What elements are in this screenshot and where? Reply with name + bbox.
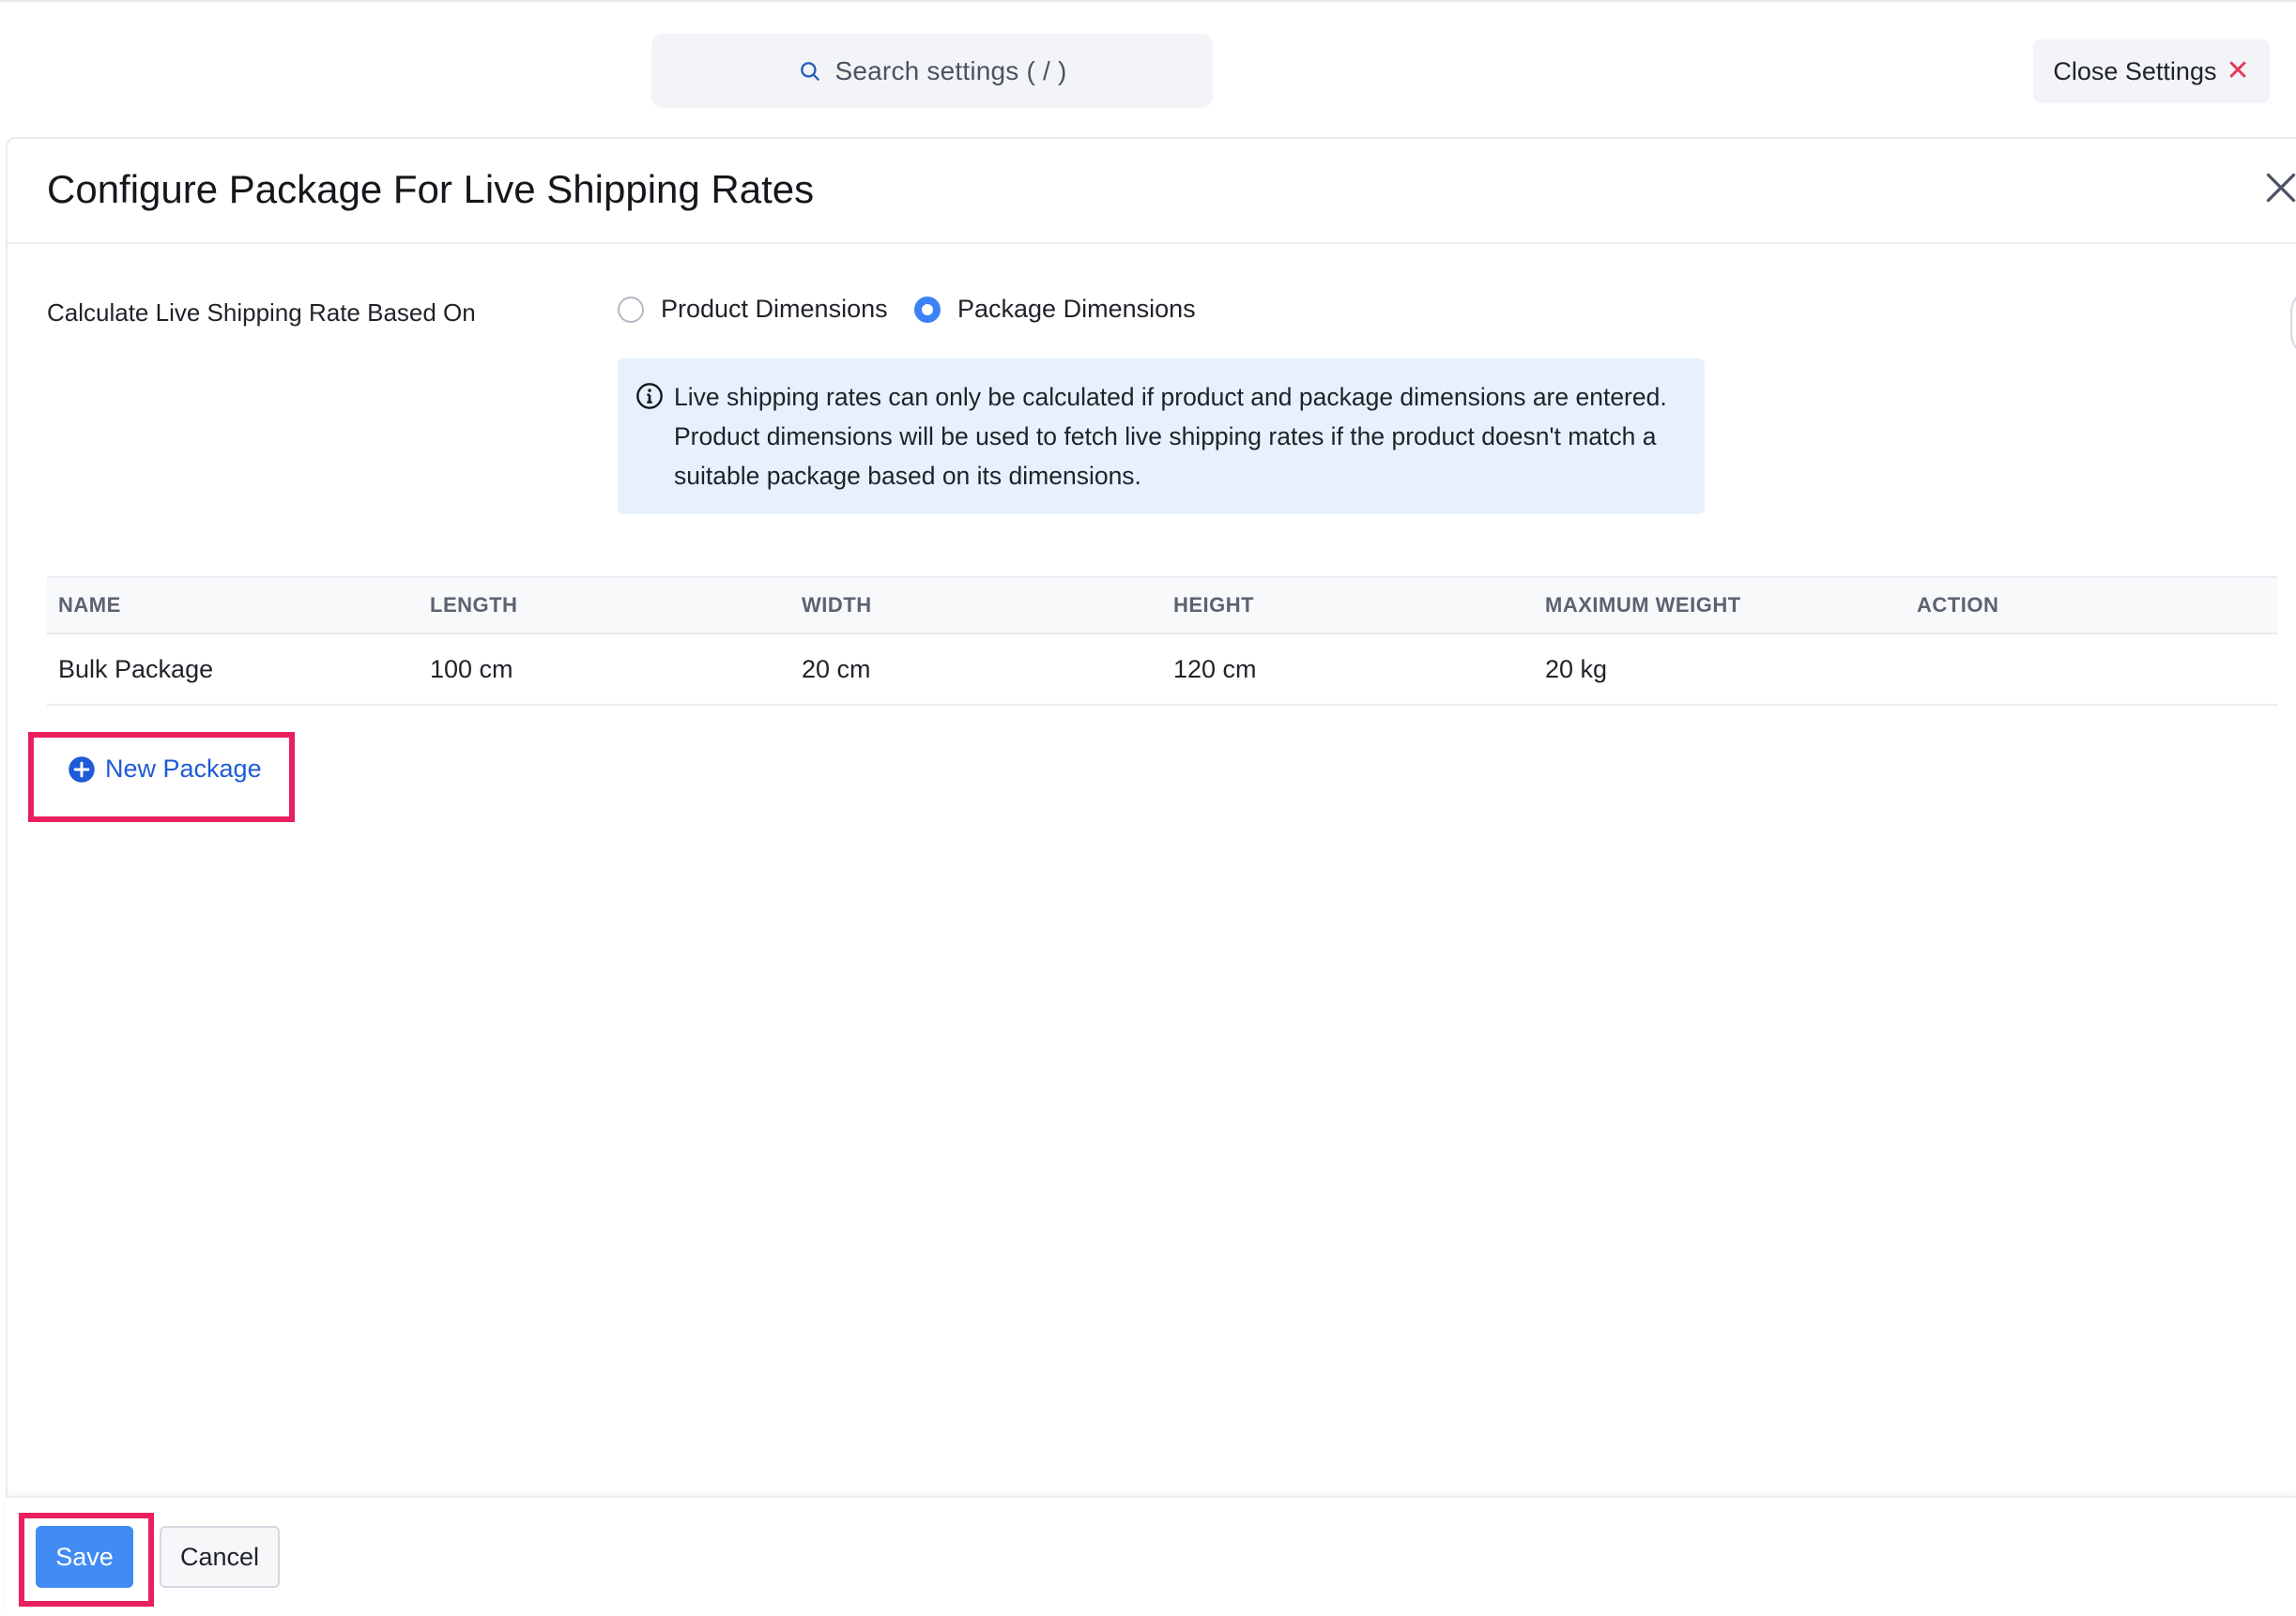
save-button[interactable]: Save: [36, 1526, 133, 1588]
info-message-text: Live shipping rates can only be calculat…: [674, 383, 1667, 490]
close-settings-label: Close Settings: [2053, 56, 2217, 85]
cancel-button[interactable]: Cancel: [160, 1526, 280, 1588]
search-icon: [800, 61, 819, 81]
rate-based-on-label: Calculate Live Shipping Rate Based On: [47, 298, 476, 327]
cell-length: 100 cm: [419, 633, 790, 706]
info-icon: [636, 383, 663, 409]
panel-close-icon[interactable]: [2264, 171, 2296, 205]
search-placeholder: Search settings ( / ): [834, 55, 1067, 85]
cell-height: 120 cm: [1162, 633, 1534, 706]
table-row[interactable]: Bulk Package 100 cm 20 cm 120 cm 20 kg: [47, 633, 2277, 706]
configure-package-panel: Configure Package For Live Shipping Rate…: [6, 137, 2296, 1616]
column-header-width: WIDTH: [790, 576, 1162, 634]
column-header-maximum-weight: MAXIMUM WEIGHT: [1534, 576, 1906, 634]
packages-table: NAME LENGTH WIDTH HEIGHT MAXIMUM WEIGHT …: [47, 576, 2277, 706]
column-header-action: ACTION: [1906, 576, 2277, 634]
plus-circle-icon: [69, 755, 95, 783]
column-header-height: HEIGHT: [1162, 576, 1534, 634]
close-settings-button[interactable]: Close Settings ✕: [2033, 39, 2270, 103]
table-header-row: NAME LENGTH WIDTH HEIGHT MAXIMUM WEIGHT …: [47, 576, 2277, 634]
column-header-name: NAME: [47, 576, 419, 634]
panel-footer: Save Cancel: [6, 1496, 2296, 1616]
column-header-length: LENGTH: [419, 576, 790, 634]
radio-unchecked-icon: [618, 296, 644, 323]
cell-maximum-weight: 20 kg: [1534, 633, 1906, 706]
panel-header: Configure Package For Live Shipping Rate…: [8, 139, 2296, 244]
settings-header: Search settings ( / ) Close Settings ✕: [0, 0, 2296, 137]
info-message-box: Live shipping rates can only be calculat…: [618, 358, 1705, 514]
radio-checked-icon: [914, 296, 941, 323]
close-icon: ✕: [2226, 55, 2250, 86]
search-settings-input[interactable]: Search settings ( / ): [651, 34, 1213, 108]
cell-name: Bulk Package: [47, 633, 419, 706]
radio-product-dimensions-label: Product Dimensions: [661, 295, 888, 323]
new-package-button[interactable]: New Package: [68, 755, 262, 784]
cell-width: 20 cm: [790, 633, 1162, 706]
new-package-label: New Package: [105, 755, 262, 783]
panel-title: Configure Package For Live Shipping Rate…: [47, 167, 815, 211]
side-panel-handle[interactable]: [2290, 289, 2296, 357]
radio-product-dimensions[interactable]: Product Dimensions: [618, 295, 888, 324]
radio-package-dimensions[interactable]: Package Dimensions: [914, 295, 1196, 324]
radio-package-dimensions-label: Package Dimensions: [957, 295, 1196, 323]
cell-action[interactable]: [1906, 633, 2277, 706]
